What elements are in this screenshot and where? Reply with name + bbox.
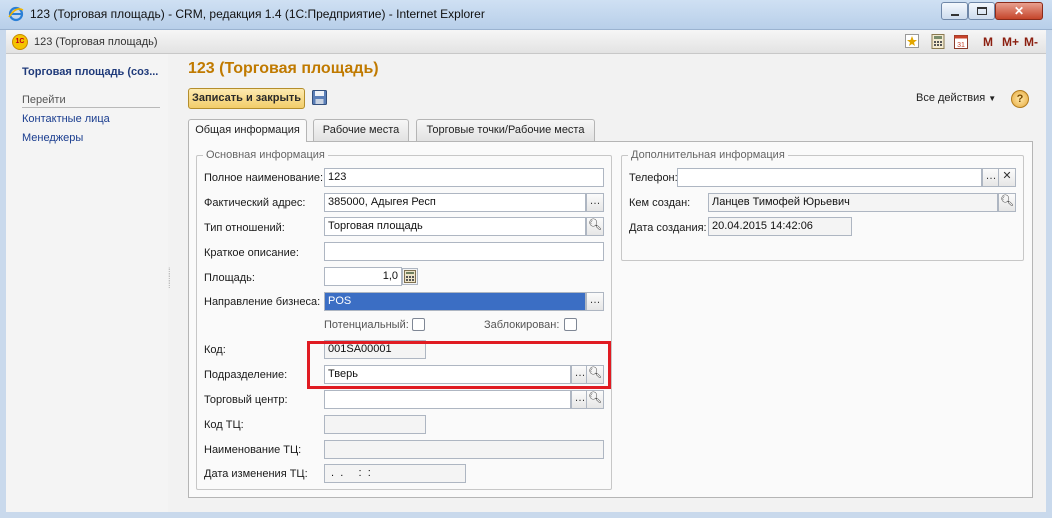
blocked-label: Заблокирован: [484, 319, 560, 331]
calculator-glyph-icon [931, 34, 945, 49]
sidebar-item-managers[interactable]: Менеджеры [22, 132, 83, 144]
favorites-icon[interactable] [904, 34, 920, 50]
address-label: Фактический адрес: [204, 197, 306, 209]
save-icon[interactable] [312, 90, 327, 105]
mall-change-date-input[interactable]: . . : : [324, 464, 466, 483]
full-name-label: Полное наименование: [204, 172, 324, 184]
help-icon[interactable]: ? [1011, 90, 1029, 108]
save-and-close-button[interactable]: Записать и закрыть [188, 88, 305, 109]
created-date-label: Дата создания: [629, 222, 707, 234]
close-window-button[interactable]: ✕ [995, 2, 1043, 20]
memory-button[interactable]: M [983, 35, 993, 49]
division-label: Подразделение: [204, 369, 288, 381]
mall-code-input[interactable] [324, 415, 426, 434]
relation-type-label: Тип отношений: [204, 222, 285, 234]
short-description-label: Краткое описание: [204, 247, 299, 259]
tab-outlets-workplaces[interactable]: Торговые точки/Рабочие места [416, 119, 595, 141]
phone-input[interactable] [677, 168, 982, 187]
window-title: 123 (Торговая площадь) - CRM, редакция 1… [30, 7, 485, 21]
business-direction-select-button[interactable]: … [586, 292, 604, 311]
all-actions-menu[interactable]: Все действия ▼ [916, 92, 996, 104]
maximize-icon [977, 7, 987, 15]
form-toolbar [6, 30, 1046, 54]
business-direction-label: Направление бизнеса: [204, 296, 321, 308]
potential-checkbox[interactable] [412, 318, 425, 331]
code-label: Код: [204, 344, 226, 356]
full-name-input[interactable]: 123 [324, 168, 604, 187]
mall-input[interactable] [324, 390, 571, 409]
minimize-icon [951, 14, 959, 16]
tab-workplaces[interactable]: Рабочие места [313, 119, 409, 141]
panel-splitter-handle[interactable]: ⁞ ⁞ ⁞ [168, 267, 172, 298]
memory-plus-button[interactable]: M+ [1002, 35, 1019, 49]
calculator-icon[interactable] [930, 34, 946, 50]
relation-type-input[interactable]: Торговая площадь [324, 217, 586, 236]
calendar-glyph-icon: 31 [954, 35, 968, 49]
minimize-button[interactable] [941, 2, 968, 20]
address-input[interactable]: 385000, Адыгея Респ [324, 193, 586, 212]
created-by-input[interactable]: Ланцев Тимофей Юрьевич [708, 193, 998, 212]
area-calculator-button[interactable] [402, 268, 418, 285]
mall-search-button[interactable]: 🔍︎ [586, 390, 604, 409]
phone-clear-button[interactable]: ✕ [998, 168, 1016, 187]
document-title: 123 (Торговая площадь) [34, 36, 158, 48]
additional-info-group-title: Дополнительная информация [628, 149, 788, 161]
mall-code-label: Код ТЦ: [204, 419, 244, 431]
mall-name-input[interactable] [324, 440, 604, 459]
potential-label: Потенциальный: [324, 319, 409, 331]
blocked-checkbox[interactable] [564, 318, 577, 331]
close-icon: ✕ [1013, 4, 1025, 18]
search-icon: 🔍︎ [1000, 195, 1014, 207]
mall-name-label: Наименование ТЦ: [204, 444, 302, 456]
mall-label: Торговый центр: [204, 394, 288, 406]
short-description-input[interactable] [324, 242, 604, 261]
svg-text:31: 31 [957, 42, 965, 49]
memory-minus-button[interactable]: M- [1024, 35, 1038, 49]
chevron-down-icon: ▼ [988, 94, 997, 103]
created-date-input[interactable]: 20.04.2015 14:42:06 [708, 217, 852, 236]
page-title: 123 (Торговая площадь) [188, 60, 379, 77]
business-direction-input[interactable]: POS [324, 292, 586, 311]
close-icon: ✕ [1002, 170, 1012, 182]
calendar-icon[interactable]: 31 [953, 34, 969, 50]
tab-join-line [189, 140, 306, 142]
sidebar-form-title[interactable]: Торговая площадь (соз... [22, 66, 158, 78]
tab-general-info[interactable]: Общая информация [188, 119, 307, 142]
created-by-search-button[interactable]: 🔍︎ [998, 193, 1016, 212]
address-select-button[interactable]: … [586, 193, 604, 212]
sidebar-section-goto: Перейти [22, 94, 66, 106]
main-info-group-title: Основная информация [203, 149, 328, 161]
search-icon: 🔍︎ [588, 392, 602, 404]
mall-change-date-label: Дата изменения ТЦ: [204, 468, 308, 480]
phone-label: Телефон: [629, 172, 678, 184]
maximize-button[interactable] [968, 2, 995, 20]
relation-type-search-button[interactable]: 🔍︎ [586, 217, 604, 236]
sidebar-divider [22, 107, 160, 108]
area-label: Площадь: [204, 272, 255, 284]
highlight-frame [307, 341, 611, 389]
area-input[interactable]: 1,0 [324, 267, 402, 286]
app-logo-icon[interactable]: 1C [12, 34, 28, 50]
all-actions-label: Все действия [916, 92, 986, 104]
created-by-label: Кем создан: [629, 197, 691, 209]
internet-explorer-icon [8, 6, 24, 22]
star-icon [905, 34, 919, 48]
search-icon: 🔍︎ [588, 219, 602, 231]
calculator-icon [404, 270, 416, 283]
sidebar-item-contacts[interactable]: Контактные лица [22, 113, 110, 125]
